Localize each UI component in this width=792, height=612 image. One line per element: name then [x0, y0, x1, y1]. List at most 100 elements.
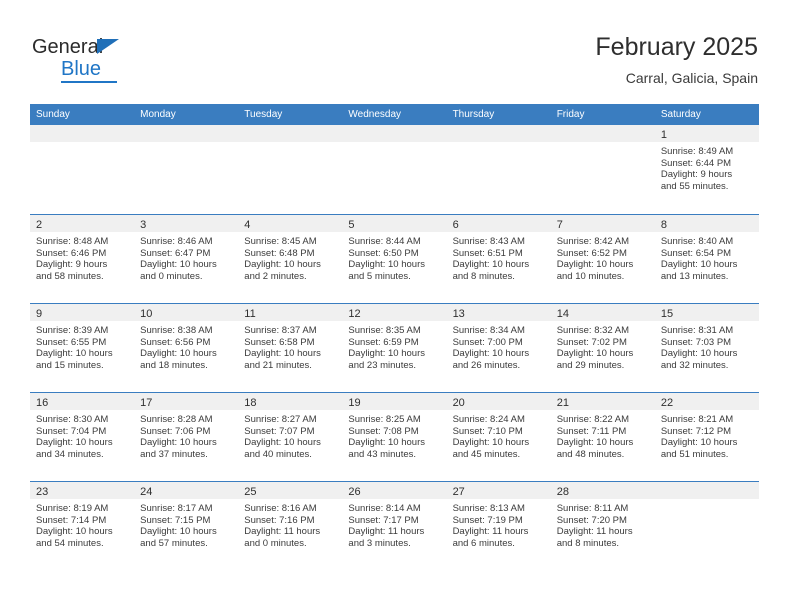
day-number-band: 25	[238, 482, 343, 499]
daylight-text-line1: Daylight: 10 hours	[244, 437, 321, 449]
day-number-band: 9	[30, 304, 135, 321]
day-number-band: 18	[238, 393, 343, 410]
sunset-text: Sunset: 7:14 PM	[36, 514, 107, 526]
daylight-text-line2: and 21 minutes.	[244, 359, 312, 371]
calendar-week-row: 23 Sunrise: 8:19 AM Sunset: 7:14 PM Dayligh…	[30, 481, 759, 570]
daylight-text-line2: and 0 minutes.	[140, 270, 203, 282]
calendar-day-cell-27[interactable]: 27 Sunrise: 8:13 AM Sunset: 7:19 PM Dayligh…	[446, 482, 551, 570]
day-number-band: 7	[550, 215, 655, 232]
sunrise-text: Sunrise: 8:42 AM	[556, 236, 630, 247]
calendar-day-cell-empty	[342, 125, 447, 214]
calendar-day-cell-11[interactable]: 11 Sunrise: 8:37 AM Sunset: 6:58 PM Dayligh…	[238, 304, 343, 392]
calendar-day-cell-17[interactable]: 17 Sunrise: 8:28 AM Sunset: 7:06 PM Dayligh…	[134, 393, 239, 481]
day-number: 16	[36, 397, 49, 409]
location-subtitle: Carral, Galicia, Spain	[625, 70, 758, 86]
day-number-band	[134, 125, 239, 142]
day-sun-info: Sunrise: 8:37 AM Sunset: 6:58 PM Daylight:…	[238, 321, 342, 371]
calendar-day-cell-4[interactable]: 4 Sunrise: 8:45 AM Sunset: 6:48 PM Daylight…	[238, 215, 343, 303]
day-number-band: 8	[654, 215, 759, 232]
calendar-day-cell-14[interactable]: 14 Sunrise: 8:32 AM Sunset: 7:02 PM Dayligh…	[550, 304, 655, 392]
calendar-day-cell-5[interactable]: 5 Sunrise: 8:44 AM Sunset: 6:50 PM Daylight…	[342, 215, 447, 303]
daylight-text-line1: Daylight: 10 hours	[140, 526, 217, 538]
day-number-band: 4	[238, 215, 343, 232]
day-number: 10	[140, 308, 153, 320]
daylight-text-line1: Daylight: 11 hours	[556, 526, 633, 538]
day-of-week-header-friday: Friday	[556, 109, 585, 120]
calendar-day-cell-1[interactable]: 1 Sunrise: 8:49 AM Sunset: 6:44 PM Daylight…	[654, 125, 759, 214]
sunset-text: Sunset: 7:19 PM	[452, 514, 523, 526]
calendar-day-cell-20[interactable]: 20 Sunrise: 8:24 AM Sunset: 7:10 PM Dayligh…	[446, 393, 551, 481]
daylight-text-line2: and 58 minutes.	[36, 270, 104, 282]
daylight-text-line2: and 13 minutes.	[660, 270, 729, 282]
day-number: 2	[36, 219, 43, 231]
day-number: 20	[452, 397, 465, 409]
day-sun-info: Sunrise: 8:13 AM Sunset: 7:19 PM Daylight:…	[447, 499, 551, 549]
sunset-text: Sunset: 7:16 PM	[244, 514, 315, 526]
day-number-band: 12	[342, 304, 447, 321]
daylight-text-line1: Daylight: 9 hours	[36, 259, 108, 271]
calendar-day-cell-23[interactable]: 23 Sunrise: 8:19 AM Sunset: 7:14 PM Dayligh…	[30, 482, 135, 570]
calendar-day-cell-10[interactable]: 10 Sunrise: 8:38 AM Sunset: 6:56 PM Dayligh…	[134, 304, 239, 392]
general-blue-logo[interactable]: General Blue	[32, 36, 182, 84]
calendar-day-cell-21[interactable]: 21 Sunrise: 8:22 AM Sunset: 7:11 PM Dayligh…	[550, 393, 655, 481]
sunrise-text: Sunrise: 8:28 AM	[140, 414, 213, 425]
day-sun-info: Sunrise: 8:46 AM Sunset: 6:47 PM Daylight:…	[134, 232, 238, 282]
sunrise-text: Sunrise: 8:22 AM	[556, 414, 630, 425]
calendar-day-cell-28[interactable]: 28 Sunrise: 8:11 AM Sunset: 7:20 PM Dayligh…	[550, 482, 655, 570]
daylight-text-line1: Daylight: 10 hours	[36, 526, 113, 538]
day-number-band: 21	[550, 393, 655, 410]
day-of-week-header-tuesday: Tuesday	[244, 109, 283, 120]
daylight-text-line1: Daylight: 10 hours	[452, 259, 530, 271]
calendar-grid: Sunday Monday Tuesday Wednesday Thursday Frid…	[30, 104, 759, 570]
calendar-day-cell-3[interactable]: 3 Sunrise: 8:46 AM Sunset: 6:47 PM Daylight…	[134, 215, 239, 303]
daylight-text-line1: Daylight: 10 hours	[244, 259, 321, 271]
calendar-day-cell-7[interactable]: 7 Sunrise: 8:42 AM Sunset: 6:52 PM Daylight…	[550, 215, 655, 303]
calendar-day-cell-13[interactable]: 13 Sunrise: 8:34 AM Sunset: 7:00 PM Dayligh…	[446, 304, 551, 392]
daylight-text-line2: and 32 minutes.	[660, 359, 729, 371]
calendar-day-cell-19[interactable]: 19 Sunrise: 8:25 AM Sunset: 7:08 PM Dayligh…	[342, 393, 447, 481]
day-number: 23	[36, 486, 49, 498]
sunset-text: Sunset: 7:15 PM	[140, 514, 211, 526]
calendar-day-cell-15[interactable]: 15 Sunrise: 8:31 AM Sunset: 7:03 PM Dayligh…	[654, 304, 759, 392]
daylight-text-line2: and 3 minutes.	[348, 537, 411, 549]
calendar-day-cell-22[interactable]: 22 Sunrise: 8:21 AM Sunset: 7:12 PM Dayligh…	[654, 393, 759, 481]
day-number-band	[238, 125, 343, 142]
calendar-day-cell-8[interactable]: 8 Sunrise: 8:40 AM Sunset: 6:54 PM Daylight…	[654, 215, 759, 303]
sunset-text: Sunset: 7:04 PM	[36, 425, 107, 437]
calendar-day-cell-12[interactable]: 12 Sunrise: 8:35 AM Sunset: 6:59 PM Dayligh…	[342, 304, 447, 392]
calendar-day-cell-16[interactable]: 16 Sunrise: 8:30 AM Sunset: 7:04 PM Dayligh…	[30, 393, 135, 481]
sunset-text: Sunset: 6:51 PM	[452, 247, 523, 259]
day-number: 22	[660, 397, 674, 409]
day-number-band: 5	[342, 215, 447, 232]
sunset-text: Sunset: 6:58 PM	[244, 336, 315, 348]
daylight-text-line2: and 6 minutes.	[452, 537, 515, 549]
calendar-day-cell-18[interactable]: 18 Sunrise: 8:27 AM Sunset: 7:07 PM Dayligh…	[238, 393, 343, 481]
daylight-text-line2: and 15 minutes.	[36, 359, 104, 371]
logo-text-blue: Blue	[61, 58, 102, 80]
sunrise-text: Sunrise: 8:30 AM	[36, 414, 109, 425]
calendar-day-cell-26[interactable]: 26 Sunrise: 8:14 AM Sunset: 7:17 PM Dayligh…	[342, 482, 447, 570]
daylight-text-line2: and 8 minutes.	[556, 537, 620, 549]
daylight-text-line1: Daylight: 9 hours	[660, 169, 733, 181]
day-sun-info: Sunrise: 8:35 AM Sunset: 6:59 PM Daylight:…	[342, 321, 446, 371]
day-of-week-header-wednesday: Wednesday	[348, 109, 402, 120]
sunset-text: Sunset: 7:02 PM	[556, 336, 627, 348]
sunset-text: Sunset: 7:07 PM	[244, 425, 315, 437]
day-number-band: 11	[238, 304, 343, 321]
calendar-day-cell-2[interactable]: 2 Sunrise: 8:48 AM Sunset: 6:46 PM Daylight…	[30, 215, 135, 303]
day-number: 9	[36, 308, 43, 320]
day-number-band: 20	[446, 393, 551, 410]
calendar-day-cell-empty	[134, 125, 239, 214]
day-sun-info: Sunrise: 8:40 AM Sunset: 6:54 PM Daylight:…	[655, 232, 759, 282]
calendar-day-cell-6[interactable]: 6 Sunrise: 8:43 AM Sunset: 6:51 PM Daylight…	[446, 215, 551, 303]
sunrise-text: Sunrise: 8:19 AM	[36, 503, 109, 514]
day-number: 18	[244, 397, 257, 409]
calendar-day-cell-9[interactable]: 9 Sunrise: 8:39 AM Sunset: 6:55 PM Daylight…	[30, 304, 135, 392]
daylight-text-line2: and 23 minutes.	[348, 359, 417, 371]
calendar-day-cell-25[interactable]: 25 Sunrise: 8:16 AM Sunset: 7:16 PM Dayligh…	[238, 482, 343, 570]
daylight-text-line2: and 37 minutes.	[140, 448, 208, 460]
day-sun-info: Sunrise: 8:43 AM Sunset: 6:51 PM Daylight:…	[447, 232, 551, 282]
calendar-week-row: 9 Sunrise: 8:39 AM Sunset: 6:55 PM Daylight…	[30, 303, 759, 392]
calendar-day-cell-24[interactable]: 24 Sunrise: 8:17 AM Sunset: 7:15 PM Dayligh…	[134, 482, 239, 570]
day-sun-info: Sunrise: 8:17 AM Sunset: 7:15 PM Daylight:…	[134, 499, 238, 549]
